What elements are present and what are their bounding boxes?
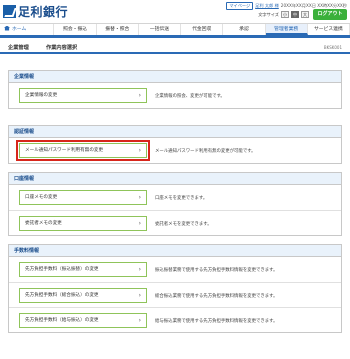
nav-inquiry-transfer[interactable]: 照会・振込 xyxy=(54,24,97,35)
user-name[interactable]: 足利 太郎 様 xyxy=(255,3,279,9)
row-description: 企業情報の照会、変更が可能です。 xyxy=(155,94,225,99)
row-description: メール通知パスワード利用有無の変更が可能です。 xyxy=(155,149,256,154)
list-item: 先方負担手数料（総合振込）の変更 › 総合振込業務で使用する先方負担手数料情報を… xyxy=(9,282,341,307)
screen-id: BKSK001 xyxy=(323,45,342,50)
bank-name: 足利銀行 xyxy=(18,4,69,19)
row-description: 口座メモを変更できます。 xyxy=(155,196,208,201)
button-label: メール通知パスワード利用有無の変更 xyxy=(25,148,104,153)
button-label: 先方負担手数料（給与振込）の変更 xyxy=(25,318,99,323)
nav-collection[interactable]: 代金回収 xyxy=(181,24,224,35)
button-label: 先方負担手数料（総合振込）の変更 xyxy=(25,293,99,298)
section-account-info: 口座情報 口座メモの変更 › 口座メモを変更できます。 委託者メモの変更 › 委… xyxy=(8,172,342,236)
fee-bulk-transfer-change-button[interactable]: 先方負担手数料（総合振込）の変更 › xyxy=(19,288,147,303)
list-item: 委託者メモの変更 › 委託者メモを変更できます。 xyxy=(9,210,341,235)
font-size-label: 文字サイズ xyxy=(258,11,279,17)
chevron-right-icon: › xyxy=(138,92,141,99)
button-label: 先方負担手数料（振込振替）の変更 xyxy=(25,267,99,272)
section-auth-info: 認証情報 メール通知パスワード利用有無の変更 › メール通知パスワード利用有無の… xyxy=(8,125,342,164)
section-fee-info: 手数料情報 先方負担手数料（振込振替）の変更 › 振込振替業務で使用する先方負担… xyxy=(8,244,342,333)
font-size-medium-button[interactable]: 中 xyxy=(291,11,299,18)
email-password-setting-button[interactable]: メール通知パスワード利用有無の変更 › xyxy=(16,140,150,161)
chevron-right-icon: › xyxy=(138,292,141,299)
section-heading: 口座情報 xyxy=(9,173,341,185)
bank-logo-icon xyxy=(3,4,16,18)
page-category: 企業管理 xyxy=(8,45,29,51)
fee-payroll-change-button[interactable]: 先方負担手数料（給与振込）の変更 › xyxy=(19,313,147,328)
row-description: 総合振込業務で使用する先方負担手数料情報を変更できます。 xyxy=(155,294,278,299)
button-label: 委託者メモの変更 xyxy=(25,221,62,226)
chevron-right-icon: › xyxy=(138,266,141,273)
nav-service-link[interactable]: サービス連携 xyxy=(308,24,350,35)
mypage-link[interactable]: マイページ xyxy=(226,1,254,10)
nav-home-label: ホーム xyxy=(12,27,27,32)
nav-account-transfer[interactable]: 振替・照合 xyxy=(97,24,139,35)
chevron-right-icon: › xyxy=(138,317,141,324)
page-title-bar: 企業管理 作業内容選択 BKSK001 xyxy=(0,41,350,54)
logout-button[interactable]: ログアウト xyxy=(313,9,347,20)
list-item: 先方負担手数料（給与振込）の変更 › 給与振込業務で使用する先方負担手数料情報を… xyxy=(9,307,341,332)
consignor-memo-change-button[interactable]: 委託者メモの変更 › xyxy=(19,216,147,231)
section-heading: 認証情報 xyxy=(9,126,341,138)
nav-home[interactable]: ホーム xyxy=(0,24,55,35)
row-description: 委託者メモを変更できます。 xyxy=(155,222,212,227)
section-heading: 企業情報 xyxy=(9,71,341,83)
nav-approval[interactable]: 承認 xyxy=(223,24,266,35)
company-info-change-button[interactable]: 企業情報の変更 › xyxy=(19,88,147,103)
chevron-right-icon: › xyxy=(138,147,141,154)
list-item: メール通知パスワード利用有無の変更 › メール通知パスワード利用有無の変更が可能… xyxy=(9,138,341,163)
page-title: 作業内容選択 xyxy=(46,45,78,51)
account-memo-change-button[interactable]: 口座メモの変更 › xyxy=(19,190,147,205)
header: 足利銀行 マイページ 足利 太郎 様 20XX年XX月XX日 XX時XX分XX秒… xyxy=(0,0,350,22)
button-label: 口座メモの変更 xyxy=(25,195,58,200)
chevron-right-icon: › xyxy=(138,220,141,227)
section-heading: 手数料情報 xyxy=(9,245,341,257)
button-label: 企業情報の変更 xyxy=(25,93,58,98)
row-description: 給与振込業務で使用する先方負担手数料情報を変更できます。 xyxy=(155,319,278,324)
font-size-small-button[interactable]: 小 xyxy=(281,11,289,18)
font-size-bar: 文字サイズ 小 中 大 xyxy=(258,10,309,19)
list-item: 先方負担手数料（振込振替）の変更 › 振込振替業務で使用する先方負担手数料情報を… xyxy=(9,257,341,282)
home-icon xyxy=(4,25,10,31)
nav-bulk-transmission[interactable]: 一括伝送 xyxy=(139,24,182,35)
list-item: 企業情報の変更 › 企業情報の照会、変更が可能です。 xyxy=(9,83,341,108)
bank-logo[interactable]: 足利銀行 xyxy=(3,3,68,19)
row-description: 振込振替業務で使用する先方負担手数料情報を変更できます。 xyxy=(155,268,278,273)
list-item: 口座メモの変更 › 口座メモを変更できます。 xyxy=(9,185,341,210)
nav-admin[interactable]: 管理者業務 xyxy=(265,24,308,35)
section-company-info: 企業情報 企業情報の変更 › 企業情報の照会、変更が可能です。 xyxy=(8,70,342,109)
font-size-large-button[interactable]: 大 xyxy=(301,11,309,18)
global-nav: ホーム 照会・振込 振替・照合 一括伝送 代金回収 承認 管理者業務 サービス連… xyxy=(0,23,350,38)
chevron-right-icon: › xyxy=(138,194,141,201)
fee-transfer-change-button[interactable]: 先方負担手数料（振込振替）の変更 › xyxy=(19,262,147,277)
last-login: 20XX年XX月XX日 XX時XX分XX秒 xyxy=(280,2,347,8)
